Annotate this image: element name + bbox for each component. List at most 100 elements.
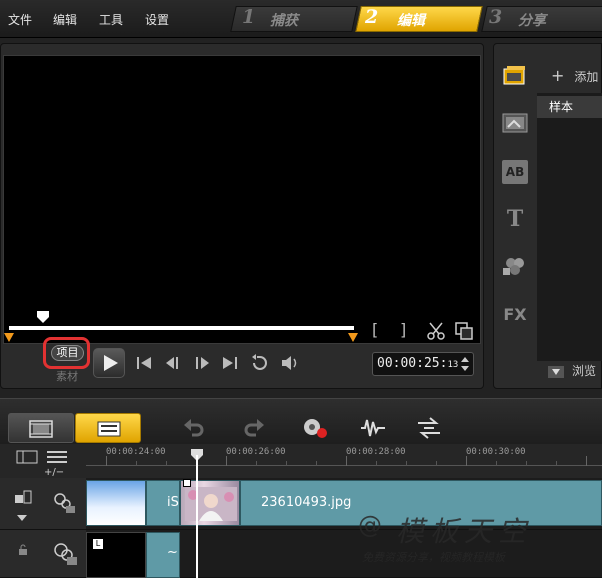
play-icon (104, 355, 118, 371)
go-to-end-icon[interactable] (222, 356, 238, 370)
go-to-start-icon[interactable] (136, 356, 152, 370)
trim-end-marker[interactable] (348, 333, 358, 342)
menu-tools[interactable]: 工具 (99, 11, 123, 28)
timeline-needle[interactable] (196, 455, 198, 578)
overlay-clip-label: ~ (167, 545, 178, 560)
library-folder-sample[interactable]: 样本 (537, 96, 602, 118)
step-capture-label: 捕获 (270, 13, 298, 29)
timeline-view-button[interactable] (75, 413, 141, 443)
volume-icon[interactable] (280, 354, 300, 372)
library-panel: AB T FX + 添加 样本 浏览 (493, 43, 602, 389)
preview-window (3, 55, 481, 344)
watermark-at: @ (358, 511, 382, 539)
watermark: @ 模板天空 免费资源分享，视频教程模板 (338, 507, 602, 578)
scissors-icon[interactable] (427, 322, 445, 340)
text-icon[interactable]: T (502, 207, 528, 231)
overlay-track-header (0, 530, 86, 578)
scrubber-bar[interactable] (9, 326, 354, 330)
trim-start-marker[interactable] (4, 333, 14, 342)
filter-fx-icon[interactable]: FX (502, 303, 528, 327)
sound-mixer-icon[interactable] (360, 417, 386, 439)
step-edit-label: 编辑 (397, 13, 425, 29)
ruler-tick (346, 456, 347, 466)
repeat-icon[interactable] (250, 353, 270, 373)
ruler-tick (466, 456, 467, 466)
fit-timeline-icon[interactable] (46, 449, 68, 465)
project-mode-button[interactable]: 项目 (43, 337, 90, 369)
record-capture-icon[interactable] (302, 417, 328, 439)
timecode-stepper-icon[interactable] (460, 356, 470, 372)
next-frame-icon[interactable] (193, 356, 211, 370)
add-label: 添加 (574, 70, 599, 84)
overlay-clip[interactable]: ~ (146, 532, 180, 578)
watermark-title: 模板天空 (396, 515, 533, 548)
clip-mode-button[interactable]: 素材 (56, 368, 78, 384)
undo-icon[interactable] (183, 417, 205, 439)
graphics-icon[interactable] (502, 254, 528, 278)
ruler-minor-tick (136, 461, 137, 466)
video-track-icon[interactable] (52, 492, 76, 514)
menu-settings[interactable]: 设置 (145, 11, 169, 28)
mark-out-button[interactable]: ] (400, 320, 406, 339)
add-button[interactable]: + 添加 (551, 66, 598, 85)
auto-music-icon[interactable] (416, 417, 442, 439)
ruler-minor-tick (166, 461, 167, 466)
previous-frame-icon[interactable] (164, 356, 182, 370)
ruler-minor-tick (496, 461, 497, 466)
overlay-track-icon[interactable] (52, 542, 78, 566)
track-toggle-icon[interactable] (18, 544, 28, 556)
filmstrip-icon (29, 420, 53, 438)
mark-in-button[interactable]: [ (372, 320, 378, 339)
browse-label: 浏览 (572, 364, 597, 378)
step-edit-number: 2 (365, 6, 379, 28)
timecode-display[interactable]: 00:00:25:13 (372, 352, 474, 376)
ruler-label: 00:00:24:00 (106, 447, 166, 457)
step-capture-number: 1 (242, 6, 256, 28)
transition-icon[interactable] (502, 111, 528, 135)
menu-file[interactable]: 文件 (8, 11, 32, 28)
thumbnail-clip[interactable] (180, 479, 240, 526)
timeline-view-icon (97, 421, 121, 437)
ruler-minor-tick (556, 461, 557, 466)
video-track-header (0, 478, 86, 530)
ruler-scale[interactable]: 00:00:24:00 00:00:26:00 00:00:28:00 00:0… (86, 444, 602, 466)
sky-image-clip[interactable] (86, 480, 146, 526)
ruler-minor-tick (256, 461, 257, 466)
track-lock-icon[interactable] (14, 490, 32, 504)
timeline-ruler: +/− 00:00:24:00 00:00:26:00 00:00:28:00 … (0, 444, 602, 478)
ruler-minor-tick (316, 461, 317, 466)
storyboard-view-button[interactable] (8, 413, 74, 443)
step-share-number: 3 (489, 6, 503, 28)
redo-icon[interactable] (243, 417, 265, 439)
top-bar: 文件 编辑 工具 设置 1 捕获 2 编辑 3 分享 (0, 0, 602, 38)
ruler-minor-tick (406, 461, 407, 466)
ruler-tick (586, 456, 587, 466)
title-ab-icon[interactable]: AB (502, 160, 528, 184)
menu-edit[interactable]: 编辑 (53, 11, 77, 28)
zoom-control[interactable]: +/− (44, 467, 64, 478)
black-overlay-clip[interactable]: L (86, 532, 146, 578)
step-share-label: 分享 (518, 13, 546, 29)
ruler-minor-tick (436, 461, 437, 466)
ruler-label: 00:00:30:00 (466, 447, 526, 457)
watermark-subtitle: 免费资源分享，视频教程模板 (362, 551, 505, 564)
track-manager-icon[interactable] (16, 450, 38, 464)
clip-thumbnail-image (185, 487, 237, 521)
ruler-tick (106, 456, 107, 466)
transition-clip[interactable]: iS (146, 480, 180, 526)
clip-short-label: iS (167, 495, 179, 510)
enlarge-preview-icon[interactable] (455, 322, 473, 340)
clip-marker-icon (183, 479, 191, 487)
timeline-toolbar (0, 398, 602, 444)
browse-button[interactable]: 浏览 (548, 362, 596, 379)
ruler-label: 00:00:26:00 (226, 447, 286, 457)
project-mode-label: 项目 (51, 345, 84, 361)
library-category-bar: AB T FX (494, 44, 536, 390)
play-button[interactable] (93, 348, 125, 378)
expand-track-icon[interactable] (16, 514, 28, 522)
ruler-tick (226, 456, 227, 466)
media-library-icon[interactable] (502, 64, 528, 88)
ruler-minor-tick (286, 461, 287, 466)
timecode-value: 00:00:25: (377, 356, 448, 371)
browse-icon (548, 365, 564, 378)
